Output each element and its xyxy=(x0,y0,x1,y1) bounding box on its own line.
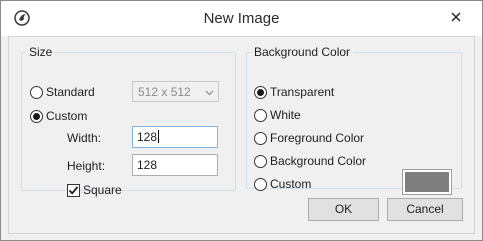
transparent-radio[interactable] xyxy=(254,85,267,99)
standard-radio-option[interactable]: Standard xyxy=(30,84,95,100)
title-bar[interactable]: New Image xyxy=(1,1,482,36)
transparent-label: Transparent xyxy=(270,85,335,99)
dialog-title: New Image xyxy=(203,10,280,27)
close-button[interactable] xyxy=(441,8,471,27)
height-input[interactable]: 128 xyxy=(132,154,218,176)
foreground-color-radio[interactable] xyxy=(254,131,267,145)
new-image-dialog: New Image Size Standard 512 x 512 Custom… xyxy=(0,0,483,241)
width-label: Width: xyxy=(67,131,102,145)
dialog-body: Size Standard 512 x 512 Custom Width: 12… xyxy=(8,36,475,234)
standard-label: Standard xyxy=(46,85,95,99)
square-checkbox[interactable] xyxy=(67,183,80,197)
width-input[interactable]: 128 xyxy=(132,126,218,148)
white-radio[interactable] xyxy=(254,108,267,122)
chevron-down-icon xyxy=(205,86,214,100)
bg-option-transparent[interactable]: Transparent xyxy=(254,84,334,100)
size-group: Size Standard 512 x 512 Custom Width: 12… xyxy=(21,45,236,197)
bg-option-white[interactable]: White xyxy=(254,107,301,123)
background-color-radio[interactable] xyxy=(254,154,267,168)
background-color-legend: Background Color xyxy=(254,45,351,59)
custom-radio-option[interactable]: Custom xyxy=(30,108,87,124)
custom-color-label: Custom xyxy=(270,177,312,191)
foreground-color-label: Foreground Color xyxy=(270,131,365,145)
background-color-label: Background Color xyxy=(270,154,367,168)
bg-option-background-color[interactable]: Background Color xyxy=(254,153,366,169)
cancel-button[interactable]: Cancel xyxy=(387,198,463,221)
bg-option-custom[interactable]: Custom xyxy=(254,176,311,192)
height-label: Height: xyxy=(67,159,106,173)
custom-label: Custom xyxy=(46,109,88,123)
custom-color-radio[interactable] xyxy=(254,177,267,191)
close-icon xyxy=(451,11,461,25)
white-label: White xyxy=(270,108,301,122)
standard-size-value: 512 x 512 xyxy=(138,85,191,99)
text-caret xyxy=(158,130,160,143)
width-value: 128 xyxy=(137,130,158,144)
background-color-group: Background Color Transparent White Foreg… xyxy=(246,45,462,195)
ok-button[interactable]: OK xyxy=(308,198,379,221)
checkmark-icon xyxy=(68,185,79,195)
standard-radio[interactable] xyxy=(30,85,43,99)
height-value: 128 xyxy=(137,158,158,172)
bg-option-foreground-color[interactable]: Foreground Color xyxy=(254,130,364,146)
square-label: Square xyxy=(83,183,122,197)
custom-color-swatch[interactable] xyxy=(402,169,452,195)
size-legend: Size xyxy=(29,45,53,59)
standard-size-dropdown[interactable]: 512 x 512 xyxy=(132,81,219,102)
custom-radio[interactable] xyxy=(30,109,43,123)
square-checkbox-option[interactable]: Square xyxy=(67,182,122,198)
custom-color-fill xyxy=(405,172,449,192)
